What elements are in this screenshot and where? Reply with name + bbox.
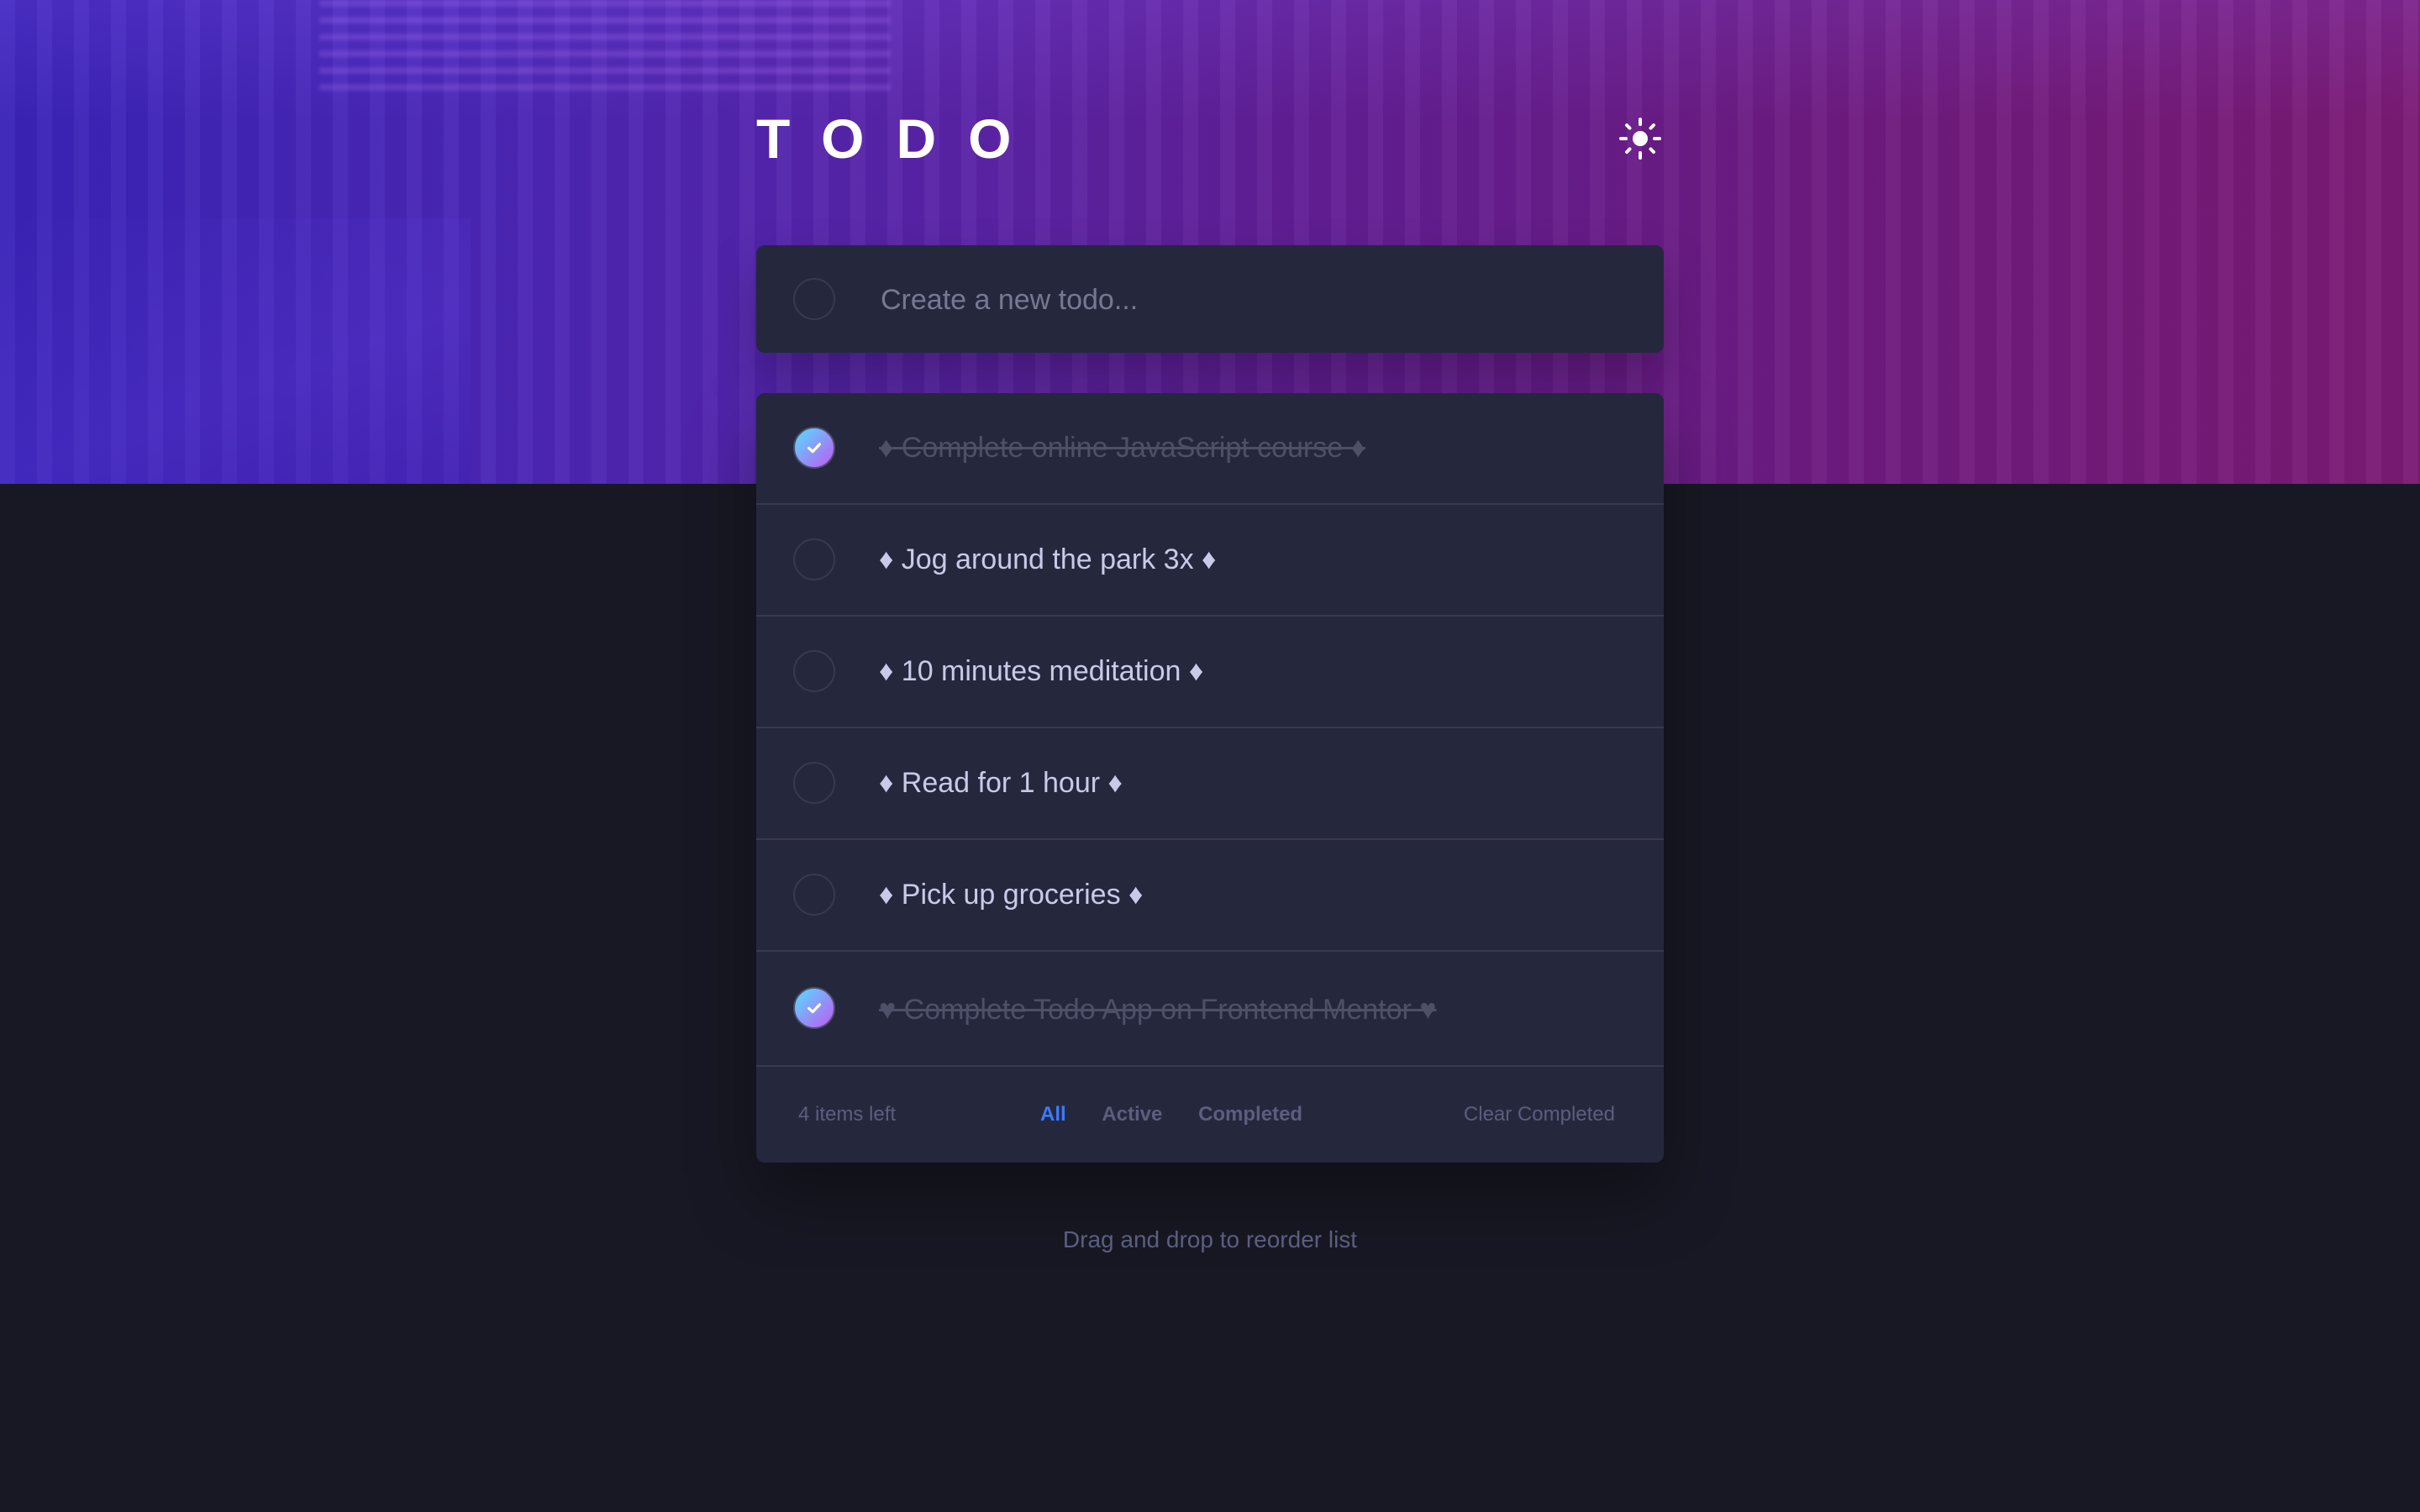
todo-checkbox[interactable] xyxy=(793,650,835,692)
todo-item[interactable]: ♦ 10 minutes meditation ♦ xyxy=(756,617,1664,728)
todo-checkbox[interactable] xyxy=(793,987,835,1029)
todo-text: ♦ Jog around the park 3x ♦ xyxy=(879,543,1217,575)
todo-item[interactable]: ♦ Complete online JavaScript course ♦ xyxy=(756,393,1664,505)
todo-text: ♦ 10 minutes meditation ♦ xyxy=(879,655,1204,687)
todo-text: ♦ Pick up groceries ♦ xyxy=(879,879,1144,911)
new-todo-input[interactable] xyxy=(879,245,1622,354)
todo-text: ♦ Read for 1 hour ♦ xyxy=(879,767,1123,799)
list-footer: 4 items left All Active Completed Clear … xyxy=(756,1067,1664,1163)
todo-checkbox[interactable] xyxy=(793,538,835,580)
todo-item[interactable]: ♦ Pick up groceries ♦ xyxy=(756,840,1664,952)
sun-icon xyxy=(1619,118,1661,160)
todo-checkbox[interactable] xyxy=(793,762,835,804)
reorder-hint: Drag and drop to reorder list xyxy=(1062,1226,1358,1252)
todo-text: ♥ Complete Todo App on Frontend Mentor ♥ xyxy=(879,994,1437,1026)
header: TODO xyxy=(756,105,1664,172)
todo-list: ♦ Complete online JavaScript course ♦ ♦ … xyxy=(756,393,1664,1163)
new-todo-checkbox[interactable] xyxy=(793,278,835,320)
filter-tabs: All Active Completed xyxy=(1040,1067,1333,1163)
todo-checkbox[interactable] xyxy=(793,427,835,469)
app-title: TODO xyxy=(756,108,1044,170)
check-icon xyxy=(807,1003,822,1014)
filter-completed[interactable]: Completed xyxy=(1198,1067,1302,1163)
filter-active[interactable]: Active xyxy=(1102,1067,1162,1163)
filter-all[interactable]: All xyxy=(1040,1067,1066,1163)
theme-toggle-button[interactable] xyxy=(1617,115,1664,162)
todo-item[interactable]: ♦ Jog around the park 3x ♦ xyxy=(756,505,1664,617)
todo-text: ♦ Complete online JavaScript course ♦ xyxy=(879,432,1365,464)
todo-item[interactable]: ♦ Read for 1 hour ♦ xyxy=(756,728,1664,840)
new-todo-box xyxy=(756,245,1664,354)
todo-checkbox[interactable] xyxy=(793,874,835,916)
clear-completed-button[interactable]: Clear Completed xyxy=(1464,1067,1615,1163)
items-left-count: 4 items left xyxy=(798,1103,897,1126)
todo-item[interactable]: ♥ Complete Todo App on Frontend Mentor ♥ xyxy=(756,952,1664,1067)
check-icon xyxy=(807,443,822,454)
